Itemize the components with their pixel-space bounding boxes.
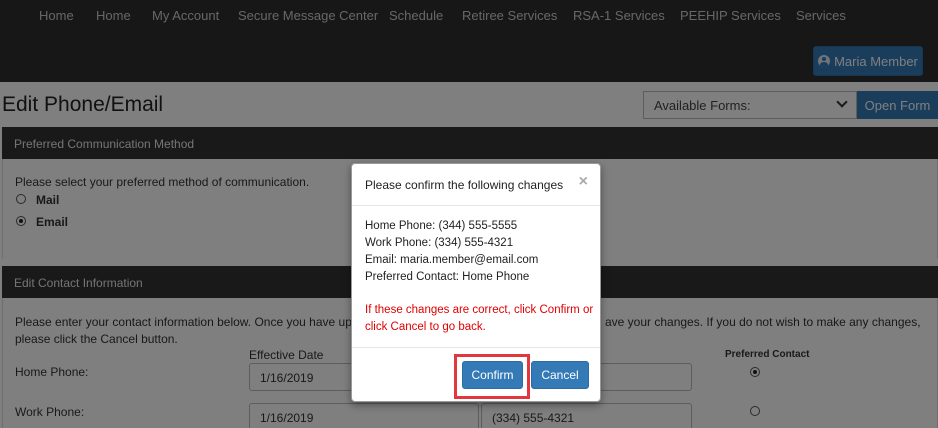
summary-preferred-contact: Preferred Contact: Home Phone [365,271,530,283]
page: Home Home My Account Secure Message Cent… [0,0,938,428]
confirm-warning-line1: If these changes are correct, click Conf… [365,304,594,316]
cancel-button[interactable]: Cancel [531,361,589,389]
summary-email: Email: maria.member@email.com [365,254,539,266]
confirm-changes-modal: Please confirm the following changes × H… [351,163,601,402]
modal-header: Please confirm the following changes × [352,164,600,206]
close-icon[interactable]: × [579,174,588,190]
modal-title: Please confirm the following changes [365,178,564,192]
modal-footer-divider [352,347,600,348]
confirm-warning-line2: click Cancel to go back. [365,321,486,333]
summary-work-phone: Work Phone: (334) 555-4321 [365,237,514,249]
confirm-button[interactable]: Confirm [462,361,523,389]
summary-home-phone: Home Phone: (344) 555-5555 [365,220,518,232]
